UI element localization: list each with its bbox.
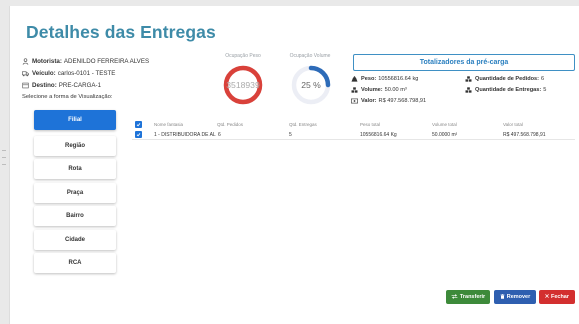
motorista-line: Motorista: ADENILDO FERREIRA ALVES [22, 58, 149, 65]
motorista-value: ADENILDO FERREIRA ALVES [63, 58, 150, 65]
transfer-icon [451, 293, 458, 301]
tot-valor-value: R$ 497.568.798,91 [378, 98, 427, 104]
tot-entregas-value: 5 [543, 87, 547, 93]
tot-valor: Valor: R$ 497.568.798,91 [351, 98, 426, 104]
cell-entregas: 5 [289, 132, 292, 138]
destino-value: PRE-CARGA-1 [58, 82, 102, 89]
destination-icon [22, 82, 29, 89]
edge-tick [2, 164, 6, 165]
veiculo-label: Veículo: [32, 70, 56, 77]
gauge-volume-label: Ocupação Volume [289, 53, 331, 59]
cell-nome: 1 - DISTRIBUIDORA DE ALI... [154, 132, 216, 138]
row-checkbox[interactable] [135, 131, 142, 138]
trash-icon [500, 293, 505, 301]
delivery-details-modal: Detalhes das Entregas Motorista: ADENILD… [9, 6, 579, 324]
gauge-peso-label: Ocupação Peso [225, 53, 261, 59]
fechar-button[interactable]: Fechar [539, 290, 575, 304]
transferir-label: Transferir [459, 294, 486, 300]
tot-entregas: Quantidade de Entregas: 5 [465, 87, 546, 93]
gauge-peso-value: 3518939 [226, 80, 260, 90]
page-title: Detalhes das Entregas [26, 22, 216, 42]
gauge-volume-value: 25 % [301, 80, 321, 90]
tot-volume: Volume: 50.00 m³ [351, 87, 407, 93]
tot-peso-label: Peso: [361, 76, 377, 82]
tot-entregas-label: Quantidade de Entregas: [475, 87, 542, 93]
view-option-praca[interactable]: Praça [34, 183, 116, 203]
view-option-bairro[interactable]: Bairro [34, 206, 116, 226]
boxes-icon [465, 87, 472, 93]
weight-icon [351, 76, 358, 82]
cell-pedidos: 6 [218, 132, 221, 138]
col-header-valor[interactable]: Valor total [503, 122, 523, 127]
table-row[interactable]: 1 - DISTRIBUIDORA DE ALI... 6 5 10556816… [132, 130, 575, 140]
tot-volume-value: 50.00 m³ [384, 87, 407, 93]
background-edge [0, 0, 9, 324]
destino-line: Destino: PRE-CARGA-1 [22, 82, 101, 89]
totalizadores-header: Totalizadores da pré-carga [353, 54, 575, 71]
boxes-icon [465, 76, 472, 82]
tot-pedidos-label: Quantidade de Pedidos: [475, 76, 540, 82]
remover-button[interactable]: Remover [494, 290, 536, 304]
person-icon [22, 58, 29, 65]
view-option-regiao[interactable]: Região [34, 136, 116, 156]
view-option-rca[interactable]: RCA [34, 253, 116, 273]
tot-peso: Peso: 10556816.64 kg [351, 76, 418, 82]
edge-tick [2, 157, 6, 158]
grid-header-row: Nome fantasia Qtd. Pedidos Qtd. Entregas… [132, 120, 575, 130]
tot-pedidos: Quantidade de Pedidos: 6 [465, 76, 544, 82]
veiculo-line: Veículo: carlos-0101 - TESTE [22, 70, 115, 77]
money-icon [351, 98, 358, 104]
edge-tick [2, 150, 6, 151]
truck-icon [22, 70, 29, 77]
entregas-grid: Nome fantasia Qtd. Pedidos Qtd. Entregas… [132, 120, 575, 140]
col-header-entregas[interactable]: Qtd. Entregas [289, 122, 317, 127]
selecione-label: Selecione a forma de Visualização: [22, 94, 113, 100]
boxes-icon [351, 87, 358, 93]
view-option-cidade[interactable]: Cidade [34, 230, 116, 250]
col-header-pedidos[interactable]: Qtd. Pedidos [217, 122, 243, 127]
col-header-volume[interactable]: Volume total [432, 122, 457, 127]
view-option-filial[interactable]: Filial [34, 110, 116, 130]
motorista-label: Motorista: [32, 58, 62, 65]
select-all-checkbox[interactable] [135, 121, 142, 128]
tot-volume-label: Volume: [361, 87, 383, 93]
destino-label: Destino: [32, 82, 57, 89]
view-option-rota[interactable]: Rota [34, 159, 116, 179]
veiculo-value: carlos-0101 - TESTE [57, 70, 116, 77]
transferir-button[interactable]: Transferir [446, 290, 490, 304]
col-header-nome[interactable]: Nome fantasia [154, 122, 183, 127]
col-header-peso[interactable]: Peso total [360, 122, 380, 127]
tot-peso-value: 10556816.64 kg [378, 76, 419, 82]
cell-valor: R$ 497.568.798,91 [503, 132, 546, 138]
remover-label: Remover [506, 294, 531, 300]
fechar-label: Fechar [550, 294, 570, 300]
tot-valor-label: Valor: [361, 98, 377, 104]
close-icon [545, 294, 549, 300]
cell-volume: 50.0000 m³ [432, 132, 458, 138]
tot-pedidos-value: 6 [541, 76, 545, 82]
cell-peso: 10556816.64 Kg [360, 132, 397, 138]
